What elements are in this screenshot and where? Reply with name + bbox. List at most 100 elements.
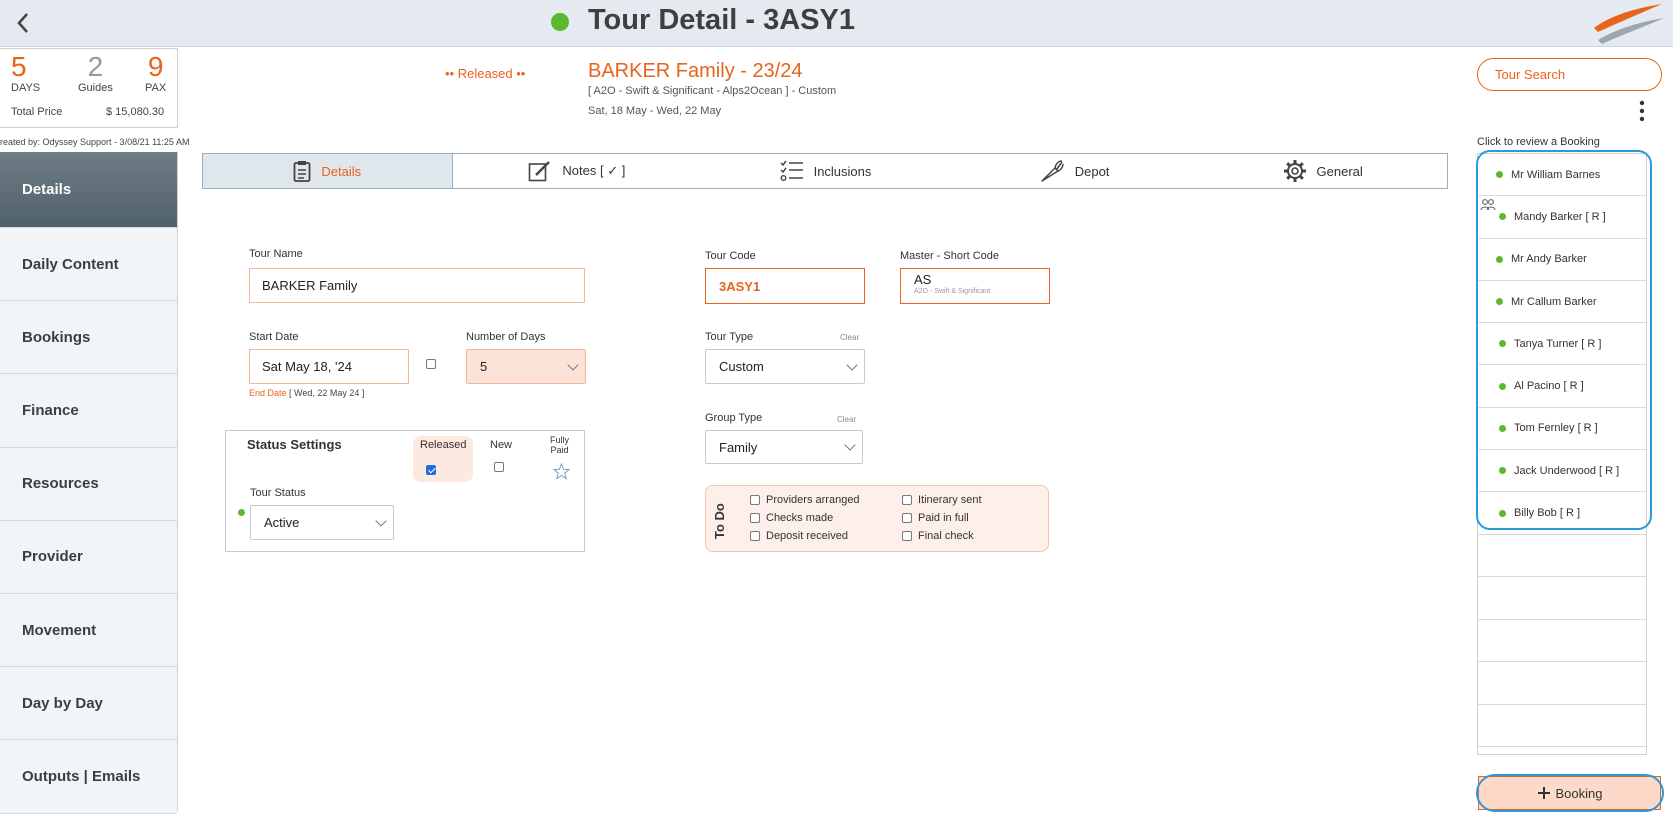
released-indicator: •• Released •• [445, 66, 526, 81]
todo-label: Final check [918, 530, 974, 542]
sidebar-nav: Details Daily Content Bookings Finance R… [0, 152, 178, 814]
sidebar-item-bookings[interactable]: Bookings [0, 301, 177, 375]
tab-general-label: General [1316, 163, 1363, 179]
pax-count: 9 [147, 51, 164, 82]
tour-code-label: Tour Code [705, 250, 756, 262]
booking-item[interactable]: Billy Bob [ R ] [1478, 492, 1646, 535]
booking-item[interactable]: Mr Callum Barker [1478, 281, 1646, 324]
tour-status-value: Active [264, 515, 300, 530]
booking-item[interactable]: Jack Underwood [ R ] [1478, 450, 1646, 493]
sidebar-item-finance[interactable]: Finance [0, 374, 177, 448]
master-short-code-desc: A2O - Swift & Significant [914, 288, 991, 295]
tour-code-input[interactable]: 3ASY1 [705, 268, 865, 304]
booking-item[interactable]: Al Pacino [ R ] [1478, 365, 1646, 408]
detail-tabs: Details Notes [ ✓ ] Inclusions Depot Gen… [202, 153, 1448, 189]
tour-type-label: Tour Type [705, 331, 754, 343]
add-booking-button[interactable]: Booking [1478, 776, 1661, 810]
clipboard-icon [294, 161, 311, 182]
todo-final-check[interactable]: Final check [902, 530, 974, 542]
booking-item[interactable]: Tanya Turner [ R ] [1478, 323, 1646, 366]
todo-deposit-received[interactable]: Deposit received [750, 530, 848, 542]
back-button[interactable] [10, 8, 36, 38]
checkbox[interactable] [750, 513, 760, 523]
start-date-checkbox[interactable] [426, 359, 436, 369]
booking-item[interactable]: Mr Andy Barker [1478, 239, 1646, 281]
number-of-days-select[interactable]: 5 [466, 349, 586, 384]
fully-paid-label-line1: Fully [550, 435, 570, 445]
sidebar-item-details[interactable]: Details [0, 152, 177, 228]
sidebar-item-outputs-emails[interactable]: Outputs | Emails [0, 740, 177, 814]
plus-icon [1537, 787, 1550, 799]
add-booking-label: Booking [1555, 785, 1603, 801]
created-by-text: reated by: Odyssey Support - 3/08/21 11:… [0, 137, 190, 147]
status-dot [1496, 255, 1503, 263]
tour-status-select[interactable]: Active [250, 505, 394, 540]
tour-search-button[interactable]: Tour Search [1477, 58, 1662, 91]
checkbox[interactable] [902, 513, 912, 523]
checkbox[interactable] [750, 531, 760, 541]
end-date-value: [ Wed, 22 May 24 ] [289, 388, 365, 398]
total-price-label: Total Price [11, 106, 63, 118]
tour-status-label: Tour Status [250, 487, 306, 499]
tour-name-input[interactable]: BARKER Family [249, 268, 585, 303]
tab-depot[interactable]: Depot [950, 154, 1199, 188]
tour-status-dot [551, 13, 569, 31]
start-date-input[interactable]: Sat May 18, '24 [249, 349, 409, 384]
tab-notes[interactable]: Notes [ ✓ ] [453, 154, 702, 188]
group-icon [1480, 199, 1496, 211]
sidebar-item-day-by-day[interactable]: Day by Day [0, 667, 177, 741]
days-count: 5 [11, 51, 27, 82]
sidebar-item-movement[interactable]: Movement [0, 593, 177, 668]
released-checkbox[interactable] [426, 465, 436, 475]
tab-inclusions[interactable]: Inclusions [701, 154, 950, 188]
booking-name: Billy Bob [ R ] [1514, 507, 1581, 520]
sidebar-item-daily-content[interactable]: Daily Content [0, 228, 177, 302]
tour-name-label: Tour Name [249, 248, 303, 260]
tour-type-select[interactable]: Custom [705, 349, 865, 384]
empty-booking-slot [1478, 535, 1646, 578]
todo-itinerary-sent[interactable]: Itinerary sent [902, 494, 982, 506]
group-type-select[interactable]: Family [705, 430, 863, 464]
tour-dates: Sat, 18 May - Wed, 22 May [588, 105, 722, 117]
gear-icon [1283, 160, 1306, 182]
status-dot [1499, 213, 1506, 221]
booking-name: Tom Fernley [ R ] [1514, 422, 1598, 435]
todo-checks-made[interactable]: Checks made [750, 512, 833, 524]
checkbox[interactable] [902, 531, 912, 541]
checkbox[interactable] [902, 495, 912, 505]
empty-booking-slot [1478, 705, 1646, 748]
sidebar-item-provider[interactable]: Provider [0, 520, 177, 594]
status-dot [1499, 382, 1506, 390]
booking-name: Al Pacino [ R ] [1514, 380, 1584, 393]
click-to-review-label: Click to review a Booking [1477, 136, 1600, 148]
todo-paid-in-full[interactable]: Paid in full [902, 512, 969, 524]
released-status-label: Released [420, 439, 467, 451]
tab-general[interactable]: General [1198, 154, 1447, 188]
guides-label: Guides [78, 82, 113, 94]
status-dot [1496, 298, 1503, 306]
sidebar-item-resources[interactable]: Resources [0, 447, 177, 521]
booking-item[interactable]: Mandy Barker [ R ] [1478, 196, 1646, 239]
star-icon[interactable] [553, 463, 570, 480]
top-bar: Tour Detail - 3ASY1 [0, 0, 1673, 47]
tab-details[interactable]: Details [203, 154, 453, 188]
booking-list: Mr William Barnes Mandy Barker [ R ] Mr … [1477, 153, 1647, 755]
group-type-clear[interactable]: Clear [837, 415, 856, 424]
group-type-label: Group Type [705, 412, 763, 424]
todo-title: To Do [712, 503, 727, 539]
master-short-code-label: Master - Short Code [900, 250, 1000, 262]
chevron-down-icon [844, 439, 856, 451]
more-options-icon[interactable] [1638, 100, 1646, 122]
booking-item[interactable]: Mr William Barnes [1478, 154, 1646, 197]
booking-item[interactable]: Tom Fernley [ R ] [1478, 408, 1646, 451]
new-checkbox[interactable] [494, 462, 504, 472]
todo-label: Deposit received [766, 530, 848, 542]
todo-providers-arranged[interactable]: Providers arranged [750, 494, 860, 506]
empty-booking-slot [1478, 662, 1646, 705]
master-short-code-field[interactable]: AS A2O - Swift & Significant [900, 268, 1050, 304]
fully-paid-label-line2: Paid [550, 445, 569, 455]
tour-type-clear[interactable]: Clear [840, 333, 859, 342]
carrot-icon [1040, 160, 1064, 182]
tour-summary-box: 5 DAYS 2 Guides 9 PAX Total Price $ 15,0… [0, 48, 178, 128]
checkbox[interactable] [750, 495, 760, 505]
